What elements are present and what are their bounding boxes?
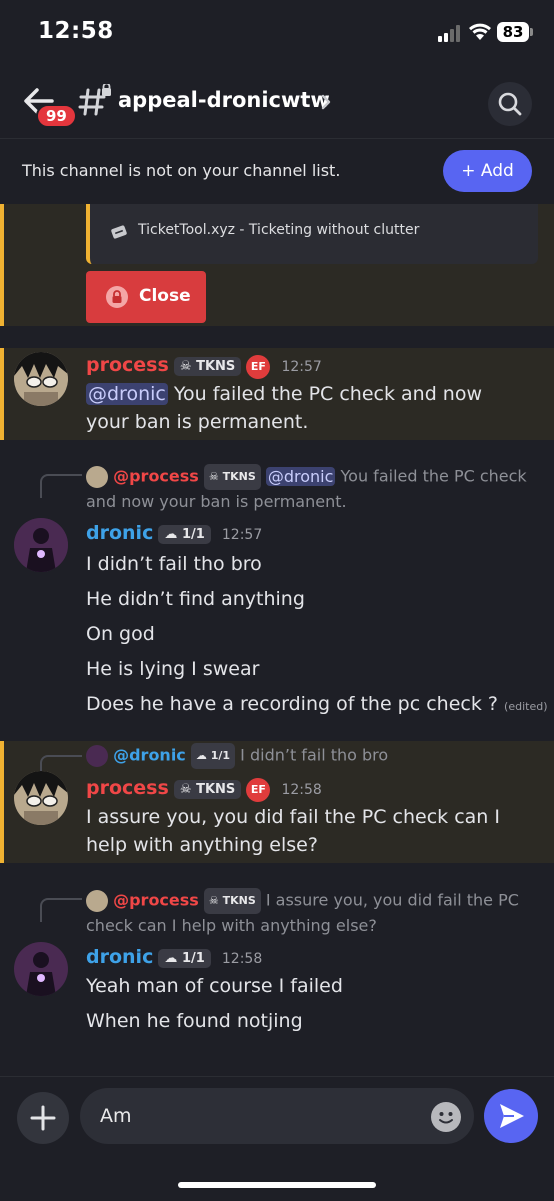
- reply-avatar: [86, 466, 108, 488]
- message-line: Does he have a recording of the pc check…: [86, 693, 548, 715]
- message-dronic-1[interactable]: @process ☠ TKNS @dronic You failed the P…: [0, 456, 554, 726]
- username[interactable]: process: [86, 777, 169, 799]
- wifi-icon: [469, 23, 491, 40]
- emoji-button[interactable]: [431, 1102, 461, 1132]
- channel-header: 99 appeal-dronicwtw: [0, 62, 554, 139]
- avatar[interactable]: [14, 942, 68, 996]
- embed-footer-text: TicketTool.xyz - Ticketing without clutt…: [138, 222, 420, 238]
- home-indicator: [178, 1182, 376, 1188]
- username[interactable]: dronic: [86, 522, 153, 544]
- clock: 12:58: [38, 18, 114, 44]
- timestamp: 12:58: [281, 782, 322, 798]
- message-header: process ☠ TKNS EF 12:58: [86, 777, 322, 802]
- message-dronic-2[interactable]: @process ☠ TKNS I assure you, you did fa…: [0, 880, 554, 1050]
- status-bar: 12:58 83: [0, 0, 554, 62]
- avatar[interactable]: [14, 518, 68, 572]
- search-icon: [498, 92, 522, 116]
- channel-notice: This channel is not on your channel list…: [0, 139, 554, 203]
- tickettool-icon: [111, 225, 127, 239]
- emoji-icon: [439, 1112, 453, 1124]
- avatar[interactable]: [14, 771, 68, 825]
- reply-connector: [40, 898, 82, 922]
- ticket-embed-message: TicketTool.xyz - Ticketing without clutt…: [0, 204, 554, 326]
- reply-avatar: [86, 745, 108, 767]
- user-mention[interactable]: @dronic: [86, 383, 168, 405]
- search-button[interactable]: [488, 82, 532, 126]
- battery-indicator: 83: [497, 22, 533, 42]
- avatar-person-icon: [14, 942, 68, 996]
- role-badge: EF: [246, 354, 271, 379]
- reply-preview[interactable]: @dronic ☁ 1/1 I didn’t fail tho bro: [86, 743, 388, 769]
- message-content: I assure you, you did fail the PC check …: [86, 806, 500, 856]
- message-line: He didn’t find anything: [86, 588, 305, 610]
- edited-label: (edited): [504, 700, 548, 713]
- attach-button[interactable]: [17, 1092, 69, 1144]
- username[interactable]: dronic: [86, 946, 153, 968]
- server-tag: ☁ 1/1: [158, 525, 211, 544]
- message-process-1[interactable]: process ☠ TKNS EF 12:57 @dronic You fail…: [0, 348, 554, 440]
- message-process-2[interactable]: @dronic ☁ 1/1 I didn’t fail tho bro proc…: [0, 741, 554, 863]
- embed-card: TicketTool.xyz - Ticketing without clutt…: [86, 204, 538, 264]
- reply-preview[interactable]: @process ☠ TKNS I assure you, you did fa…: [86, 888, 526, 938]
- message-line: Yeah man of course I failed: [86, 975, 343, 997]
- server-tag: ☠ TKNS: [173, 780, 242, 799]
- avatar[interactable]: [14, 352, 68, 406]
- close-label: Close: [139, 286, 191, 306]
- message-content: Yeah man of course I failed When he foun…: [86, 972, 546, 1042]
- send-icon: [500, 1104, 524, 1128]
- avatar-person-icon: [14, 518, 68, 572]
- timestamp: 12:57: [281, 359, 322, 375]
- message-header: dronic ☁ 1/1 12:58: [86, 946, 262, 968]
- message-content: I didn’t fail tho bro He didn’t find any…: [86, 550, 548, 725]
- message-line: On god: [86, 623, 155, 645]
- signal-icon: [438, 24, 464, 42]
- unread-badge: 99: [36, 104, 77, 128]
- reply-preview[interactable]: @process ☠ TKNS @dronic You failed the P…: [86, 464, 536, 514]
- message-line: He is lying I swear: [86, 658, 260, 680]
- message-header: dronic ☁ 1/1 12:57: [86, 522, 262, 544]
- lock-icon: [106, 286, 128, 308]
- reply-avatar: [86, 890, 108, 912]
- message-line: When he found notjing: [86, 1010, 303, 1032]
- avatar-anime-icon: [14, 352, 68, 406]
- plus-icon: [30, 1105, 56, 1131]
- channel-name[interactable]: appeal-dronicwtw: [118, 88, 330, 112]
- avatar-anime-icon: [14, 771, 68, 825]
- server-tag: ☁ 1/1: [158, 949, 211, 968]
- server-tag: ☠ TKNS: [173, 357, 242, 376]
- add-channel-button[interactable]: + Add: [443, 150, 532, 192]
- message-line: I didn’t fail tho bro: [86, 553, 262, 575]
- message-header: process ☠ TKNS EF 12:57: [86, 354, 322, 379]
- username[interactable]: process: [86, 354, 169, 376]
- chevron-right-icon[interactable]: [320, 92, 332, 112]
- close-ticket-button[interactable]: Close: [86, 271, 206, 323]
- send-button[interactable]: [484, 1089, 538, 1143]
- timestamp: 12:58: [221, 951, 263, 967]
- timestamp: 12:57: [221, 527, 263, 543]
- message-input[interactable]: Am: [80, 1088, 474, 1144]
- notice-text: This channel is not on your channel list…: [22, 161, 341, 180]
- locked-channel-hash-icon: [78, 84, 111, 116]
- role-badge: EF: [246, 777, 271, 802]
- message-content: @dronic You failed the PC check and now …: [86, 383, 483, 433]
- reply-connector: [40, 474, 82, 498]
